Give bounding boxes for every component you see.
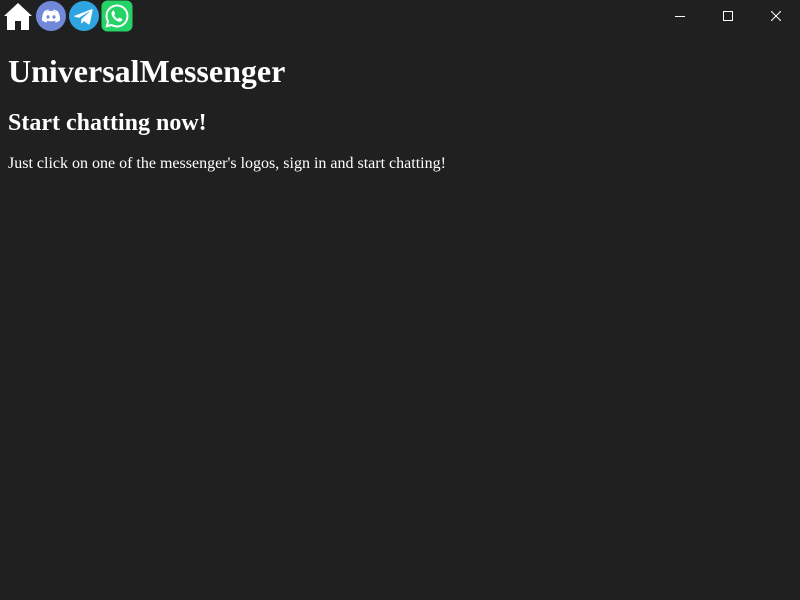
page-title: UniversalMessenger (8, 53, 286, 89)
close-button[interactable] (752, 0, 800, 32)
home-button[interactable] (2, 0, 34, 32)
maximize-button[interactable] (704, 0, 752, 32)
minimize-icon (675, 16, 685, 17)
telegram-button[interactable] (68, 0, 100, 32)
home-icon (4, 3, 32, 30)
title-bar (0, 0, 800, 32)
whatsapp-button[interactable] (101, 0, 133, 32)
main-content: UniversalMessenger Start chatting now! J… (8, 36, 788, 173)
telegram-icon (69, 1, 99, 31)
window-controls (656, 0, 800, 32)
minimize-button[interactable] (656, 0, 704, 32)
discord-icon (36, 1, 66, 31)
discord-button[interactable] (35, 0, 67, 32)
page-subtitle: Start chatting now! (8, 110, 207, 136)
close-icon (771, 11, 781, 21)
whatsapp-icon (101, 0, 133, 32)
maximize-icon (723, 11, 733, 21)
page-description: Just click on one of the messenger's log… (8, 155, 446, 172)
messenger-icon-bar (2, 0, 134, 32)
